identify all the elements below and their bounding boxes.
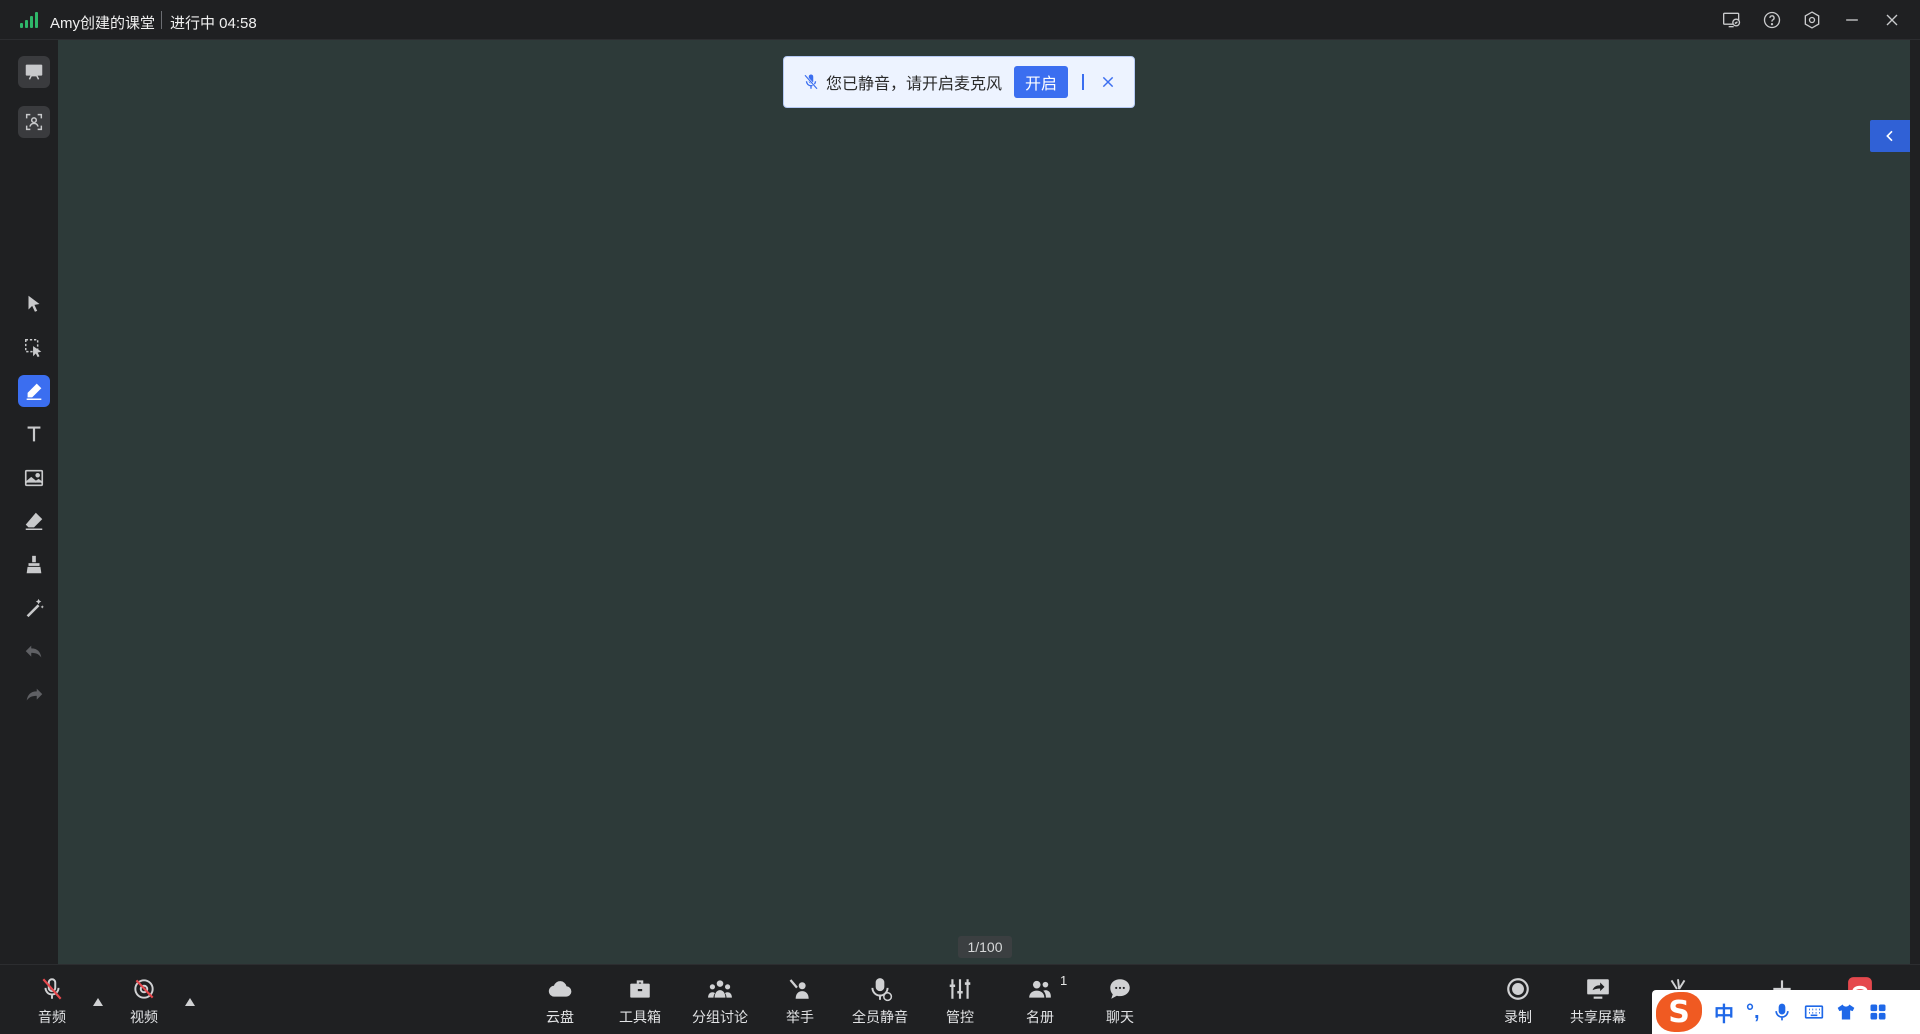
camera-layout-icon[interactable] <box>18 106 50 138</box>
video-options-caret-icon[interactable] <box>184 997 196 1007</box>
close-icon[interactable] <box>1880 8 1904 32</box>
raise-hand-icon <box>786 975 814 1003</box>
control-label: 管控 <box>946 1009 974 1025</box>
classroom-title: Amy创建的课堂 <box>50 15 156 32</box>
cursor-icon[interactable] <box>18 288 50 320</box>
record-button[interactable]: 录制 <box>1480 975 1556 1027</box>
video-label: 视频 <box>130 1009 158 1025</box>
briefcase-icon <box>626 975 654 1003</box>
audio-options-caret-icon[interactable] <box>92 997 104 1007</box>
undo-icon[interactable] <box>18 636 50 668</box>
video-button[interactable]: 视频 <box>106 975 182 1027</box>
window-controls <box>1720 8 1904 32</box>
cloud-drive-button[interactable]: 云盘 <box>522 975 598 1027</box>
app-window: Amy创建的课堂 进行中 04:58 1/100 您已静音，请开启麦克风 开启 … <box>0 0 1920 1034</box>
whiteboard-icon[interactable] <box>18 56 50 88</box>
chat-bubble-icon <box>1106 975 1134 1003</box>
share-screen-icon <box>1584 975 1612 1003</box>
redo-icon[interactable] <box>18 679 50 711</box>
ime-logo-icon[interactable]: S <box>1656 992 1702 1032</box>
image-icon[interactable] <box>18 462 50 494</box>
chat-button[interactable]: 聊天 <box>1082 975 1158 1027</box>
minimize-icon[interactable] <box>1840 8 1864 32</box>
people-icon <box>1026 975 1054 1003</box>
settings-icon[interactable] <box>1800 8 1824 32</box>
record-icon <box>1504 975 1532 1003</box>
pen-icon[interactable] <box>18 375 50 407</box>
audio-button[interactable]: 音频 <box>14 975 90 1027</box>
signal-strength-icon <box>20 12 40 28</box>
mic-off-icon <box>38 975 66 1003</box>
page-indicator: 1/100 <box>958 936 1012 958</box>
class-status: 进行中 04:58 <box>170 15 257 32</box>
breakout-button[interactable]: 分组讨论 <box>682 975 758 1027</box>
close-icon[interactable] <box>1098 72 1118 92</box>
enable-mic-button[interactable]: 开启 <box>1014 66 1069 98</box>
bottom-toolbar: 音频 视频 云盘 工具箱 分组讨论 举手 全员静音 管控 名册 1 聊天 录制 … <box>0 964 1920 1034</box>
title-bar: Amy创建的课堂 进行中 04:58 <box>0 0 1920 40</box>
title-divider <box>161 11 162 29</box>
ime-toolbar: S 中 °, <box>1652 990 1920 1034</box>
notice-divider <box>1082 74 1085 90</box>
select-area-icon[interactable] <box>18 332 50 364</box>
side-panel-toggle[interactable] <box>1870 120 1910 152</box>
whiteboard-canvas[interactable] <box>58 40 1910 964</box>
mute-all-button[interactable]: 全员静音 <box>842 975 918 1027</box>
left-toolbar <box>10 40 58 964</box>
mute-all-icon <box>866 975 894 1003</box>
cloud-drive-label: 云盘 <box>546 1009 574 1025</box>
chevron-left-icon <box>1886 130 1893 142</box>
mic-muted-icon <box>802 72 820 92</box>
text-icon[interactable] <box>18 418 50 450</box>
cloud-icon <box>546 975 574 1003</box>
ime-skin-icon[interactable] <box>1836 1002 1856 1022</box>
right-edge <box>1910 40 1920 964</box>
mute-notice: 您已静音，请开启麦克风 开启 <box>783 56 1135 108</box>
sliders-icon <box>946 975 974 1003</box>
share-screen-button[interactable]: 共享屏幕 <box>1560 975 1636 1027</box>
toolbox-label: 工具箱 <box>619 1009 661 1025</box>
ime-voice-icon[interactable] <box>1772 1002 1792 1022</box>
breakout-label: 分组讨论 <box>692 1009 748 1025</box>
audio-label: 音频 <box>38 1009 66 1025</box>
control-button[interactable]: 管控 <box>922 975 998 1027</box>
roster-label: 名册 <box>1026 1009 1054 1025</box>
help-icon[interactable] <box>1760 8 1784 32</box>
mute-all-label: 全员静音 <box>852 1009 908 1025</box>
camera-off-icon <box>130 975 158 1003</box>
screen-cast-icon[interactable] <box>1720 8 1744 32</box>
roster-count-badge: 1 <box>1060 973 1068 988</box>
ime-toolbox-icon[interactable] <box>1868 1002 1888 1022</box>
toolbox-button[interactable]: 工具箱 <box>602 975 678 1027</box>
chat-label: 聊天 <box>1106 1009 1134 1025</box>
share-screen-label: 共享屏幕 <box>1570 1009 1626 1025</box>
notice-text: 您已静音，请开启麦克风 <box>826 76 1003 93</box>
raise-hand-button[interactable]: 举手 <box>762 975 838 1027</box>
ime-mode-toggle[interactable]: 中 <box>1714 998 1734 1027</box>
laser-pointer-icon[interactable] <box>18 592 50 624</box>
ime-keyboard-icon[interactable] <box>1804 1002 1824 1022</box>
raise-hand-label: 举手 <box>786 1009 814 1025</box>
group-icon <box>706 975 734 1003</box>
eraser-icon[interactable] <box>18 505 50 537</box>
record-label: 录制 <box>1504 1009 1532 1025</box>
brush-clear-icon[interactable] <box>18 549 50 581</box>
ime-punct-toggle[interactable]: °, <box>1746 1001 1760 1024</box>
